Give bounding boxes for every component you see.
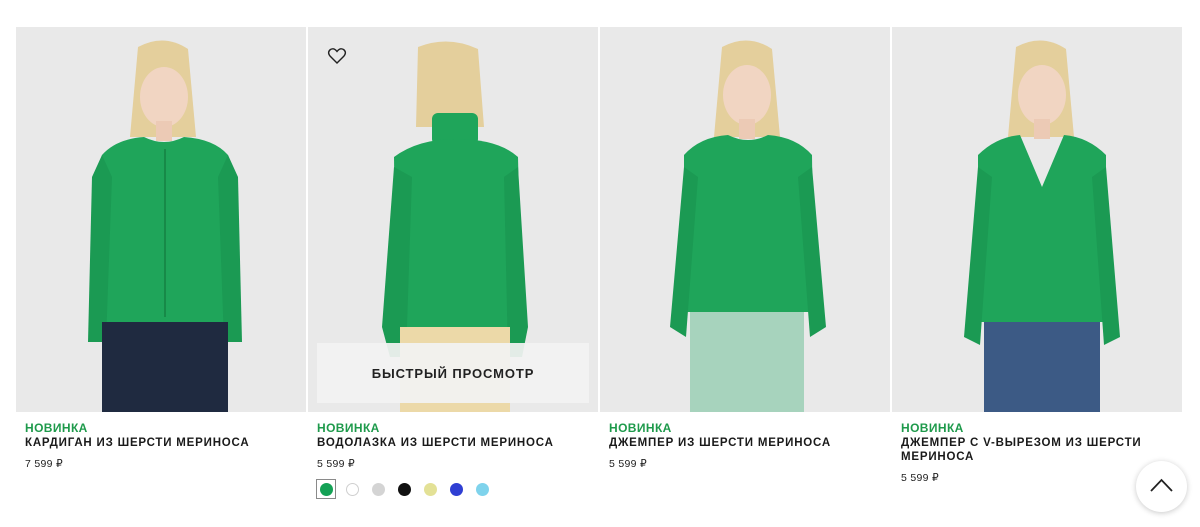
chevron-up-icon <box>1150 478 1173 492</box>
color-swatch-blue[interactable] <box>447 480 465 498</box>
color-swatch-green[interactable] <box>316 479 336 499</box>
product-card[interactable]: НОВИНКА ДЖЕМПЕР ИЗ ШЕРСТИ МЕРИНОСА 5 599… <box>600 27 890 527</box>
product-image-v-neck-jumper[interactable] <box>892 27 1182 412</box>
product-card[interactable]: НОВИНКА КАРДИГАН ИЗ ШЕРСТИ МЕРИНОСА 7 59… <box>16 27 306 527</box>
color-dot <box>423 482 437 496</box>
color-swatch-yellow[interactable] <box>421 480 439 498</box>
color-dot <box>475 482 489 496</box>
back-to-top-button[interactable] <box>1136 461 1187 512</box>
color-swatches <box>316 479 589 499</box>
product-image-turtleneck[interactable]: БЫСТРЫЙ ПРОСМОТР <box>308 27 598 412</box>
color-swatch-white[interactable] <box>343 480 361 498</box>
product-card[interactable]: НОВИНКА ДЖЕМПЕР С V-ВЫРЕЗОМ ИЗ ШЕРСТИ МЕ… <box>892 27 1182 527</box>
model-photo <box>892 27 1182 412</box>
new-badge: НОВИНКА <box>317 421 380 435</box>
heart-outline-icon[interactable] <box>326 45 348 67</box>
product-name[interactable]: ДЖЕМПЕР ИЗ ШЕРСТИ МЕРИНОСА <box>609 436 881 450</box>
new-badge: НОВИНКА <box>25 421 88 435</box>
color-swatch-black[interactable] <box>395 480 413 498</box>
product-name[interactable]: ВОДОЛАЗКА ИЗ ШЕРСТИ МЕРИНОСА <box>317 436 589 450</box>
color-dot <box>319 482 333 496</box>
product-price: 7 599 ₽ <box>25 458 63 470</box>
quick-view-button[interactable]: БЫСТРЫЙ ПРОСМОТР <box>317 343 589 403</box>
product-price: 5 599 ₽ <box>609 458 647 470</box>
product-grid: НОВИНКА КАРДИГАН ИЗ ШЕРСТИ МЕРИНОСА 7 59… <box>16 27 1182 527</box>
color-swatch-light-blue[interactable] <box>473 480 491 498</box>
product-name[interactable]: КАРДИГАН ИЗ ШЕРСТИ МЕРИНОСА <box>25 436 297 450</box>
color-dot <box>397 482 411 496</box>
new-badge: НОВИНКА <box>609 421 672 435</box>
new-badge: НОВИНКА <box>901 421 964 435</box>
product-image-cardigan[interactable] <box>16 27 306 412</box>
product-price: 5 599 ₽ <box>901 472 939 484</box>
color-dot <box>449 482 463 496</box>
product-card[interactable]: БЫСТРЫЙ ПРОСМОТР НОВИНКА ВОДОЛАЗКА ИЗ ШЕ… <box>308 27 598 527</box>
color-dot <box>345 482 359 496</box>
color-swatch-light-grey[interactable] <box>369 480 387 498</box>
product-price: 5 599 ₽ <box>317 458 355 470</box>
model-photo <box>600 27 890 412</box>
model-photo <box>16 27 306 412</box>
product-name[interactable]: ДЖЕМПЕР С V-ВЫРЕЗОМ ИЗ ШЕРСТИ МЕРИНОСА <box>901 436 1173 464</box>
product-image-jumper[interactable] <box>600 27 890 412</box>
color-dot <box>371 482 385 496</box>
